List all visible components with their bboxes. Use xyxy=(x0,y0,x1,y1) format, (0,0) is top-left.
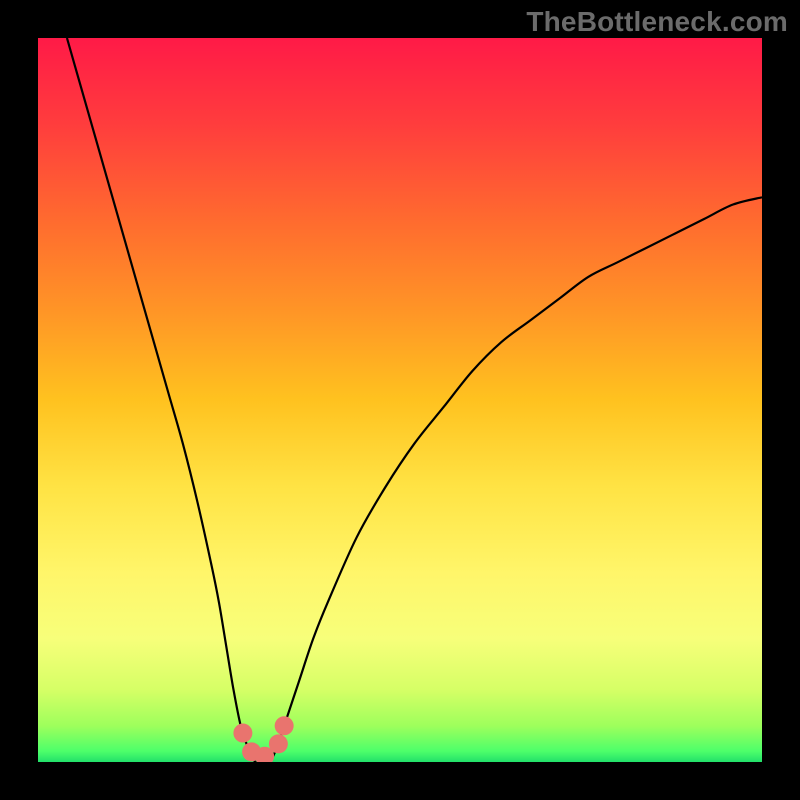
curve-marker xyxy=(269,734,288,753)
bottleneck-chart xyxy=(38,38,762,762)
curve-marker xyxy=(275,716,294,735)
curve-marker xyxy=(233,724,252,743)
watermark-label: TheBottleneck.com xyxy=(526,6,788,38)
chart-frame: TheBottleneck.com xyxy=(0,0,800,800)
plot-area xyxy=(38,38,762,762)
gradient-background xyxy=(38,38,762,762)
